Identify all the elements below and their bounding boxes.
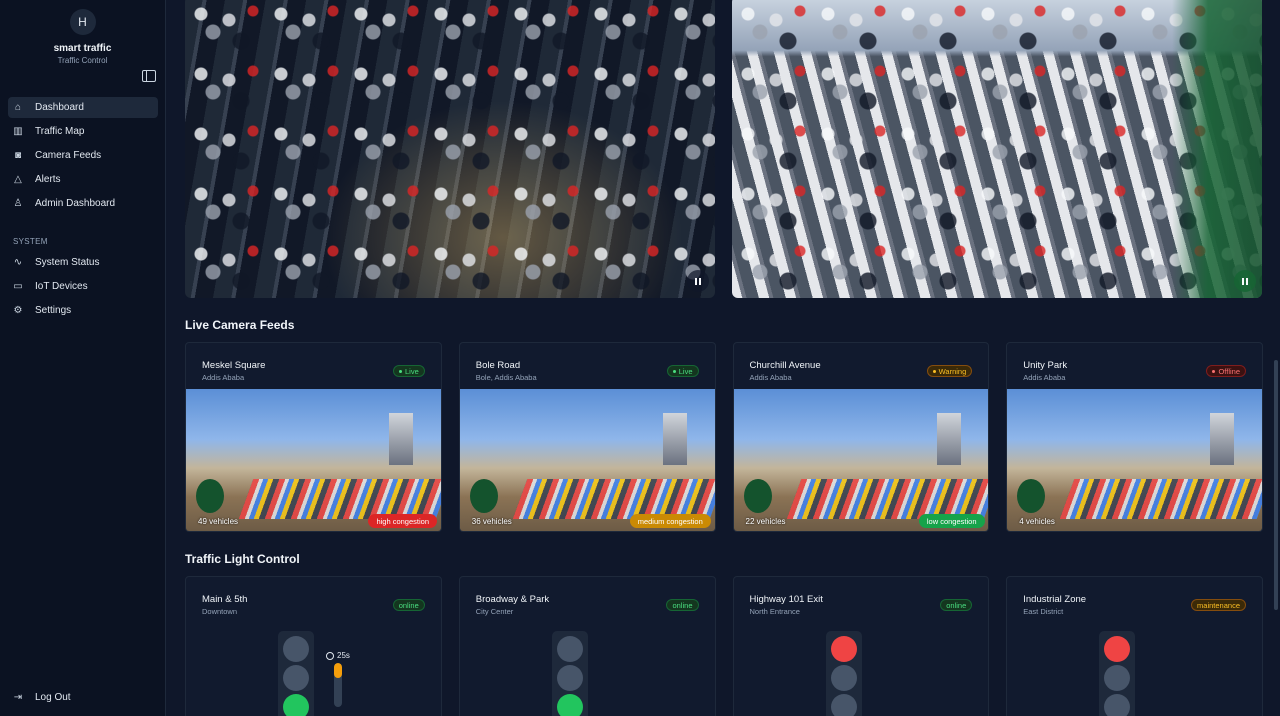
red-lamp — [283, 636, 309, 662]
traffic-light-card[interactable]: Highway 101 Exit North Entrance online — [732, 576, 990, 716]
timer-progress-fill — [334, 663, 342, 679]
brand: H smart traffic Traffic Control — [0, 0, 165, 65]
logout-button[interactable]: ⇥ Log Out — [13, 692, 71, 703]
sidebar-item-camera-feeds[interactable]: ◙ Camera Feeds — [8, 145, 158, 166]
pause-button[interactable] — [1234, 270, 1256, 292]
timer-progress — [334, 663, 342, 707]
traffic-light-control-title: Traffic Light Control — [185, 552, 300, 566]
traffic-light[interactable] — [278, 631, 314, 716]
camera-feed-grid: Meskel Square Addis Ababa Live 49 vehicl… — [185, 342, 1263, 532]
camera-feed-image: 22 vehicles low congestion — [733, 389, 989, 531]
trees-image — [1172, 0, 1262, 298]
camera-card[interactable]: Meskel Square Addis Ababa Live 49 vehicl… — [185, 342, 442, 532]
map-icon: ▥ — [13, 126, 23, 137]
hard-drive-icon: ▭ — [13, 281, 23, 292]
camera-card[interactable]: Unity Park Addis Ababa Offline 4 vehicle… — [1006, 342, 1263, 532]
camera-feed-image: 49 vehicles high congestion — [186, 389, 441, 531]
hero-camera-feed-1[interactable] — [185, 0, 715, 298]
camera-feed-image: 36 vehicles medium congestion — [459, 389, 715, 531]
timer-value: 25s — [337, 651, 350, 660]
sidebar-item-label: Settings — [35, 305, 72, 316]
status-badge: online — [392, 599, 425, 611]
traffic-light[interactable] — [551, 631, 588, 716]
traffic-light-card[interactable]: Main & 5th Downtown online 25s — [185, 576, 442, 716]
nav-section-label: SYSTEM — [13, 237, 48, 246]
vehicle-count: 22 vehicles — [745, 517, 786, 526]
congestion-badge: medium congestion — [629, 514, 711, 528]
sidebar-item-traffic-map[interactable]: ▥ Traffic Map — [8, 121, 158, 142]
traffic-light[interactable] — [825, 631, 862, 716]
status-badge: online — [940, 599, 973, 611]
yellow-lamp — [1104, 665, 1131, 691]
green-lamp — [283, 694, 309, 716]
status-badge: online — [666, 599, 699, 611]
congestion-badge: high congestion — [368, 514, 437, 528]
alert-icon: △ — [14, 174, 22, 185]
sidebar: H smart traffic Traffic Control ⌂ Dashbo… — [0, 0, 166, 716]
status-badge: Offline — [1206, 365, 1246, 377]
status-badge: Warning — [926, 365, 973, 377]
camera-card[interactable]: Bole Road Bole, Addis Ababa Live 36 vehi… — [458, 342, 716, 532]
sidebar-item-label: Traffic Map — [35, 126, 85, 137]
yellow-lamp — [283, 665, 309, 691]
page-scrollbar[interactable] — [1274, 360, 1278, 610]
sidebar-item-iot-devices[interactable]: ▭ IoT Devices — [8, 276, 158, 297]
activity-icon: ∿ — [13, 257, 23, 268]
sidebar-item-system-status[interactable]: ∿ System Status — [8, 252, 158, 273]
vehicle-count: 4 vehicles — [1019, 517, 1055, 526]
yellow-lamp — [556, 665, 583, 691]
traffic-light-card[interactable]: Broadway & Park City Center online — [458, 576, 716, 716]
logout-label: Log Out — [35, 692, 71, 703]
green-lamp — [556, 694, 583, 716]
status-badge: maintenance — [1191, 599, 1246, 611]
logout-icon: ⇥ — [13, 692, 23, 703]
sidebar-item-settings[interactable]: ⚙ Settings — [8, 300, 158, 321]
pause-button[interactable] — [687, 270, 709, 292]
brand-subtitle: Traffic Control — [57, 56, 108, 65]
yellow-lamp — [830, 665, 857, 691]
sidebar-item-label: Alerts — [35, 174, 61, 185]
main-nav: ⌂ Dashboard ▥ Traffic Map ◙ Camera Feeds… — [8, 97, 158, 217]
user-icon: ♙ — [13, 198, 23, 209]
system-nav: ∿ System Status ▭ IoT Devices ⚙ Settings — [8, 252, 158, 324]
live-camera-feeds-title: Live Camera Feeds — [185, 318, 295, 332]
green-lamp — [830, 694, 857, 716]
sidebar-item-label: IoT Devices — [35, 281, 88, 292]
sidebar-item-label: System Status — [35, 257, 100, 268]
status-badge: Live — [666, 365, 699, 377]
sidebar-item-label: Camera Feeds — [35, 150, 102, 161]
green-lamp — [1104, 694, 1131, 716]
camera-feed-image: 4 vehicles — [1007, 389, 1263, 531]
home-icon: ⌂ — [14, 102, 22, 113]
red-lamp — [556, 636, 583, 662]
traffic-light[interactable] — [1099, 631, 1136, 716]
sidebar-item-alerts[interactable]: △ Alerts — [8, 169, 158, 190]
brand-name: smart traffic — [53, 43, 112, 54]
app-root: H smart traffic Traffic Control ⌂ Dashbo… — [0, 0, 1280, 716]
traffic-image — [185, 0, 715, 298]
sidebar-item-admin-dashboard[interactable]: ♙ Admin Dashboard — [8, 193, 158, 214]
red-lamp — [1104, 636, 1131, 662]
traffic-light-card[interactable]: Industrial Zone East District maintenanc… — [1006, 576, 1263, 716]
traffic-light-grid: Main & 5th Downtown online 25s Broadway … — [185, 576, 1263, 716]
sidebar-toggle-icon[interactable] — [142, 70, 156, 82]
camera-icon: ◙ — [14, 150, 22, 161]
camera-card[interactable]: Churchill Avenue Addis Ababa Warning 22 … — [732, 342, 990, 532]
vehicle-count: 49 vehicles — [198, 517, 239, 526]
status-badge: Live — [392, 365, 425, 377]
red-lamp — [830, 636, 857, 662]
hero-camera-feed-2[interactable] — [732, 0, 1262, 298]
clock-icon — [326, 651, 334, 660]
congestion-badge: low congestion — [918, 514, 985, 528]
timer: 25s — [326, 651, 350, 660]
gear-icon: ⚙ — [13, 305, 23, 316]
avatar[interactable]: H — [69, 9, 96, 35]
main-content: Live Camera Feeds Meskel Square Addis Ab… — [185, 0, 1263, 716]
sidebar-item-label: Dashboard — [35, 102, 84, 113]
sidebar-item-dashboard[interactable]: ⌂ Dashboard — [8, 97, 158, 118]
vehicle-count: 36 vehicles — [471, 517, 512, 526]
sidebar-item-label: Admin Dashboard — [35, 198, 116, 209]
